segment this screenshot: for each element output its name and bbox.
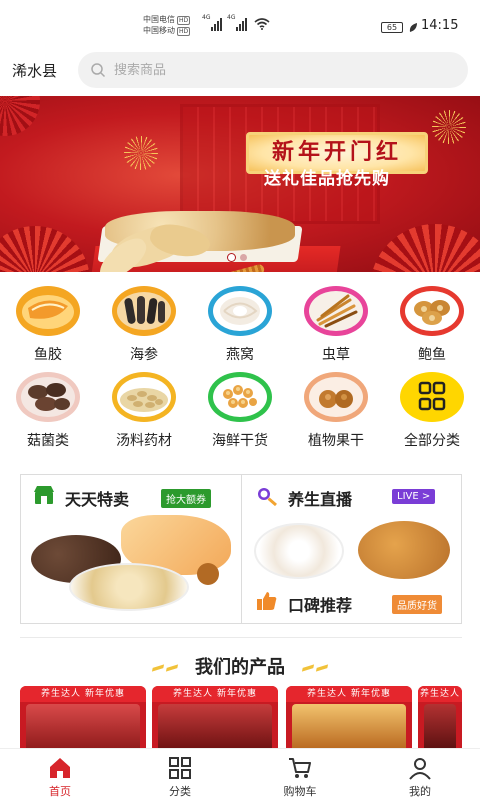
live-section[interactable]: 养生直播 LIVE > xyxy=(242,475,462,585)
battery-icon: 65 xyxy=(381,22,403,33)
abalone-icon xyxy=(400,286,464,336)
tab-home-label: 首页 xyxy=(49,785,71,798)
banner-subline: 送礼佳品抢先购 xyxy=(264,169,390,189)
birds-nest-image xyxy=(254,523,344,579)
product-card-header: 养生达人 xyxy=(418,686,462,702)
tab-cart-label: 购物车 xyxy=(283,785,317,798)
thumbs-up-icon xyxy=(257,592,277,610)
herb-slices-image xyxy=(69,563,189,611)
tab-profile-label: 我的 xyxy=(409,785,431,798)
grid-icon xyxy=(400,372,464,422)
product-image xyxy=(26,704,140,750)
category-label: 海鲜干货 xyxy=(212,433,268,449)
category-grid-icon xyxy=(169,757,191,779)
live-title: 养生直播 xyxy=(288,490,353,509)
category-label: 虫草 xyxy=(322,347,350,363)
tab-home[interactable]: 首页 xyxy=(20,755,100,799)
sea-cucumber-icon xyxy=(112,286,176,336)
search-icon xyxy=(91,63,106,78)
carousel-dot-active xyxy=(228,254,235,261)
clock: 14:15 xyxy=(421,18,459,33)
category-cordyceps[interactable]: 虫草 xyxy=(296,286,376,364)
product-image xyxy=(424,704,456,750)
abalone-image xyxy=(358,521,450,579)
products-section-title: 我们的产品 xyxy=(0,653,480,679)
tab-cart[interactable]: 购物车 xyxy=(260,755,340,799)
category-all[interactable]: 全部分类 xyxy=(392,372,472,450)
search-bar[interactable] xyxy=(78,52,468,88)
dried-fruit-icon xyxy=(304,372,368,422)
category-label: 鲍鱼 xyxy=(418,347,446,363)
birds-nest-icon xyxy=(208,286,272,336)
product-image xyxy=(292,704,406,750)
firework-decoration xyxy=(124,136,158,170)
products-title-text: 我们的产品 xyxy=(195,657,285,678)
product-image xyxy=(158,704,272,750)
carousel-dot xyxy=(240,254,247,261)
herbs-icon xyxy=(112,372,176,422)
product-card[interactable]: 养生达人 新年优惠 xyxy=(286,686,412,750)
tab-category-label: 分类 xyxy=(169,785,191,798)
signal-icon-2: 4G xyxy=(227,14,247,31)
signal-icon: 4G xyxy=(202,14,222,31)
magnifier-icon xyxy=(258,488,277,506)
product-card-header: 养生达人 新年优惠 xyxy=(20,686,146,702)
status-bar: 中国电信 HD 中国移动 HD 4G 4G 65 14:15 xyxy=(0,0,480,46)
category-dried-fruit[interactable]: 植物果干 xyxy=(296,372,376,450)
eco-leaf-icon xyxy=(409,23,417,32)
promo-banner[interactable]: 新年开门红 送礼佳品抢先购 xyxy=(0,96,480,272)
search-input[interactable] xyxy=(114,52,454,88)
carousel-indicator xyxy=(228,254,247,261)
bottom-tab-bar: 首页 分类 购物车 我的 xyxy=(0,748,480,800)
category-label: 鱼胶 xyxy=(34,347,62,363)
category-fish-maw[interactable]: 鱼胶 xyxy=(8,286,88,364)
home-icon xyxy=(50,758,70,778)
product-card[interactable]: 养生达人 xyxy=(418,686,462,750)
location-selector[interactable]: 浠水县 xyxy=(12,60,57,81)
category-label: 菇菌类 xyxy=(27,433,69,449)
section-divider xyxy=(20,637,462,638)
category-abalone[interactable]: 鲍鱼 xyxy=(392,286,472,364)
quality-tag[interactable]: 品质好货 xyxy=(392,595,442,614)
category-herbs[interactable]: 汤料药材 xyxy=(104,372,184,450)
daily-sale-title: 天天特卖 xyxy=(65,490,130,509)
fish-maw-icon xyxy=(16,286,80,336)
user-icon xyxy=(409,758,431,780)
carrier-info: 中国电信 HD 中国移动 HD xyxy=(143,14,191,36)
daily-sale-section[interactable]: 天天特卖 抢大额券 xyxy=(21,475,241,623)
recommend-section[interactable]: 口碑推荐 品质好货 xyxy=(242,585,462,623)
cart-icon xyxy=(289,758,311,778)
product-card-header: 养生达人 新年优惠 xyxy=(286,686,412,702)
mushroom-icon xyxy=(16,372,80,422)
dried-fruit-image xyxy=(197,563,219,585)
shop-icon xyxy=(34,486,54,504)
category-birds-nest[interactable]: 燕窝 xyxy=(200,286,280,364)
coupon-tag[interactable]: 抢大额券 xyxy=(161,489,211,508)
tab-category[interactable]: 分类 xyxy=(140,755,220,799)
live-tag[interactable]: LIVE > xyxy=(392,489,436,504)
firework-decoration-2 xyxy=(432,110,466,144)
carrier-1: 中国电信 xyxy=(143,15,175,24)
product-card[interactable]: 养生达人 新年优惠 xyxy=(20,686,146,750)
category-label: 汤料药材 xyxy=(116,433,172,449)
cordyceps-icon xyxy=(304,286,368,336)
category-sea-cucumber[interactable]: 海参 xyxy=(104,286,184,364)
category-dried-seafood[interactable]: 海鲜干货 xyxy=(200,372,280,450)
dried-seafood-icon xyxy=(208,372,272,422)
category-label: 植物果干 xyxy=(308,433,364,449)
product-card-header: 养生达人 新年优惠 xyxy=(152,686,278,702)
carrier-2: 中国移动 xyxy=(143,26,175,35)
wifi-icon xyxy=(254,18,270,30)
category-label: 全部分类 xyxy=(404,433,460,449)
tab-profile[interactable]: 我的 xyxy=(380,755,460,799)
hd-badge-2: HD xyxy=(177,27,191,36)
category-label: 海参 xyxy=(130,347,158,363)
recommend-title: 口碑推荐 xyxy=(288,596,353,615)
promo-panel: 天天特卖 抢大额券 养生直播 LIVE > 口碑推荐 品质好货 xyxy=(20,474,462,624)
category-mushroom[interactable]: 菇菌类 xyxy=(8,372,88,450)
hd-badge-1: HD xyxy=(177,16,191,25)
category-label: 燕窝 xyxy=(226,347,254,363)
product-card[interactable]: 养生达人 新年优惠 xyxy=(152,686,278,750)
